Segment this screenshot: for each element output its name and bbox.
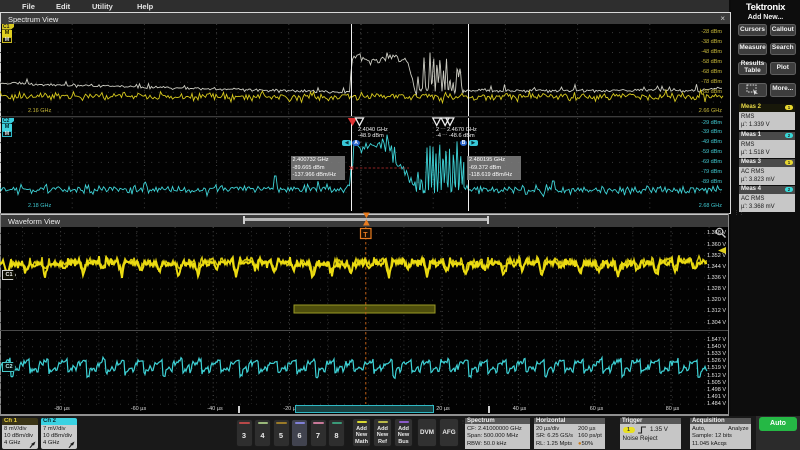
svg-text:T: T	[363, 232, 368, 239]
